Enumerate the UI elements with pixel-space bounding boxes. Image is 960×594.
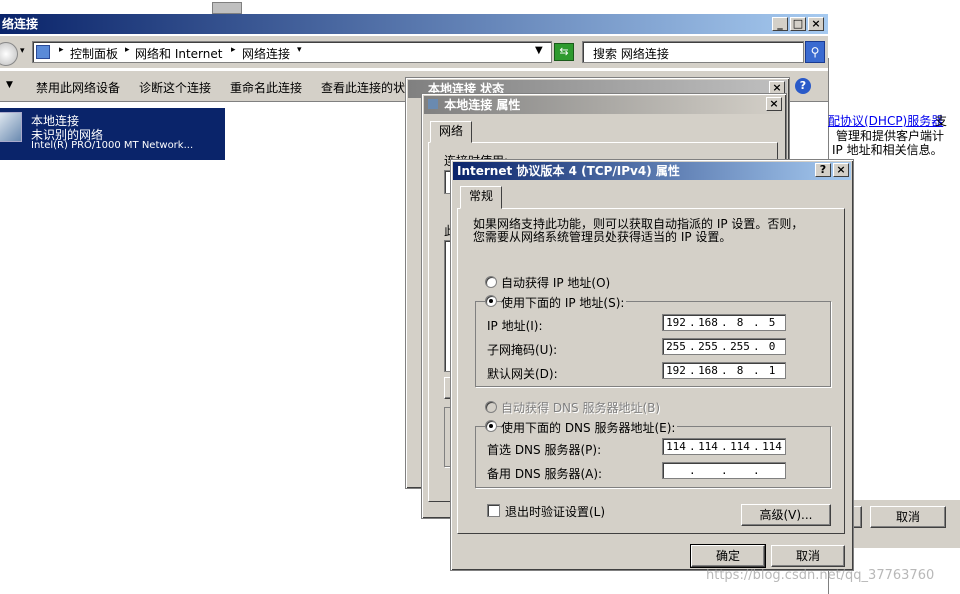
- right-pane-line3: IP 地址和相关信息。: [832, 143, 943, 157]
- ok-button[interactable]: 确定: [690, 544, 766, 568]
- validate-label[interactable]: 退出时验证设置(L): [505, 503, 605, 520]
- subnet-mask-input[interactable]: 255. 255. 255. 0: [662, 338, 786, 355]
- breadcrumb-item-network[interactable]: 网络和 Internet: [135, 45, 222, 62]
- properties-dialog-title: 本地连接 属性: [444, 98, 521, 112]
- explorer-topbg: [0, 0, 828, 14]
- explorer-titlebar[interactable]: 络连接 _ □ ×: [0, 14, 828, 34]
- help-icon[interactable]: ?: [815, 163, 831, 177]
- toolbar-disable-device[interactable]: 禁用此网络设备: [36, 79, 120, 96]
- close-icon[interactable]: ×: [766, 97, 782, 111]
- refresh-button[interactable]: ⇆: [554, 43, 574, 61]
- watermark: https://blog.csdn.net/qq_37763760: [706, 568, 935, 583]
- auto-dns-radio: [485, 401, 497, 413]
- toolbar-diagnose[interactable]: 诊断这个连接: [139, 79, 211, 96]
- cancel-button-back[interactable]: 取消: [870, 506, 946, 528]
- validate-checkbox[interactable]: [487, 504, 500, 517]
- gateway-label: 默认网关(D):: [487, 367, 558, 381]
- toolbar-rename[interactable]: 重命名此连接: [230, 79, 302, 96]
- ipv4-dialog: Internet 协议版本 4 (TCP/IPv4) 属性 ? × 常规 如果网…: [450, 159, 854, 571]
- search-placeholder: 搜索 网络连接: [593, 47, 669, 61]
- preferred-dns-label: 首选 DNS 服务器(P):: [487, 443, 602, 457]
- explorer-title: 络连接: [2, 17, 39, 31]
- folder-icon: [36, 45, 50, 59]
- manual-ip-radio[interactable]: [485, 295, 497, 307]
- auto-ip-radio[interactable]: [485, 276, 497, 288]
- breadcrumb-item-control-panel[interactable]: 控制面板: [70, 45, 118, 62]
- alternate-dns-label: 备用 DNS 服务器(A):: [487, 467, 603, 481]
- network-icon: [428, 99, 438, 109]
- alternate-dns-input[interactable]: . . .: [662, 462, 786, 479]
- ipv4-dialog-title: Internet 协议版本 4 (TCP/IPv4) 属性: [457, 164, 680, 178]
- address-field[interactable]: ▸ 控制面板 ▸ 网络和 Internet ▸ 网络连接 ▾ ▼: [32, 41, 552, 63]
- minimize-icon[interactable]: _: [772, 17, 788, 31]
- subnet-mask-label: 子网掩码(U):: [487, 343, 558, 357]
- ip-address-input[interactable]: 192. 168. 8. 5: [662, 314, 786, 331]
- manual-ip-label[interactable]: 使用下面的 IP 地址(S):: [501, 294, 627, 311]
- close-icon[interactable]: ×: [833, 163, 849, 177]
- advanced-button[interactable]: 高级(V)...: [741, 504, 831, 526]
- manual-dns-radio[interactable]: [485, 420, 497, 432]
- organize-dropdown-icon[interactable]: ▼: [6, 80, 13, 90]
- breadcrumb-arrow-icon: ▸: [125, 45, 130, 55]
- explorer-tray-icon: [212, 2, 242, 14]
- chevron-down-icon[interactable]: ▾: [20, 46, 25, 56]
- list-item-local-connection[interactable]: 本地连接 未识别的网络 Intel(R) PRO/1000 MT Network…: [0, 108, 225, 160]
- search-input[interactable]: 搜索 网络连接: [582, 41, 804, 63]
- cancel-button[interactable]: 取消: [771, 545, 845, 567]
- preferred-dns-input[interactable]: 114. 114. 114. 114: [662, 438, 786, 455]
- close-icon[interactable]: ×: [808, 17, 824, 31]
- intro-text: 如果网络支持此功能，则可以获取自动指派的 IP 设置。否则，您需要从网络系统管理…: [473, 217, 804, 244]
- tab-network[interactable]: 网络: [430, 121, 473, 143]
- maximize-icon[interactable]: □: [790, 17, 806, 31]
- search-icon[interactable]: ⚲: [805, 41, 825, 63]
- gateway-input[interactable]: 192. 168. 8. 1: [662, 362, 786, 379]
- connection-adapter: Intel(R) PRO/1000 MT Network...: [31, 140, 194, 151]
- manual-dns-label[interactable]: 使用下面的 DNS 服务器地址(E):: [501, 419, 678, 436]
- ipv4-dialog-titlebar[interactable]: Internet 协议版本 4 (TCP/IPv4) 属性 ? ×: [453, 162, 851, 180]
- tab-general[interactable]: 常规: [460, 186, 503, 209]
- address-dropdown-icon[interactable]: ▼: [535, 45, 543, 56]
- help-icon[interactable]: ?: [795, 78, 811, 94]
- network-adapter-icon: [0, 112, 22, 142]
- toolbar-view-status[interactable]: 查看此连接的状: [321, 79, 405, 96]
- breadcrumb-item-connections[interactable]: 网络连接: [242, 45, 290, 62]
- breadcrumb-arrow-icon: ▸: [231, 45, 236, 55]
- breadcrumb-arrow-icon: ▸: [59, 45, 64, 55]
- auto-dns-label: 自动获得 DNS 服务器地址(B): [501, 401, 661, 415]
- properties-dialog-titlebar[interactable]: 本地连接 属性 ×: [424, 96, 784, 114]
- auto-ip-label[interactable]: 自动获得 IP 地址(O): [501, 274, 610, 291]
- breadcrumb-arrow-icon: ▾: [297, 45, 302, 55]
- ip-address-label: IP 地址(I):: [487, 319, 543, 333]
